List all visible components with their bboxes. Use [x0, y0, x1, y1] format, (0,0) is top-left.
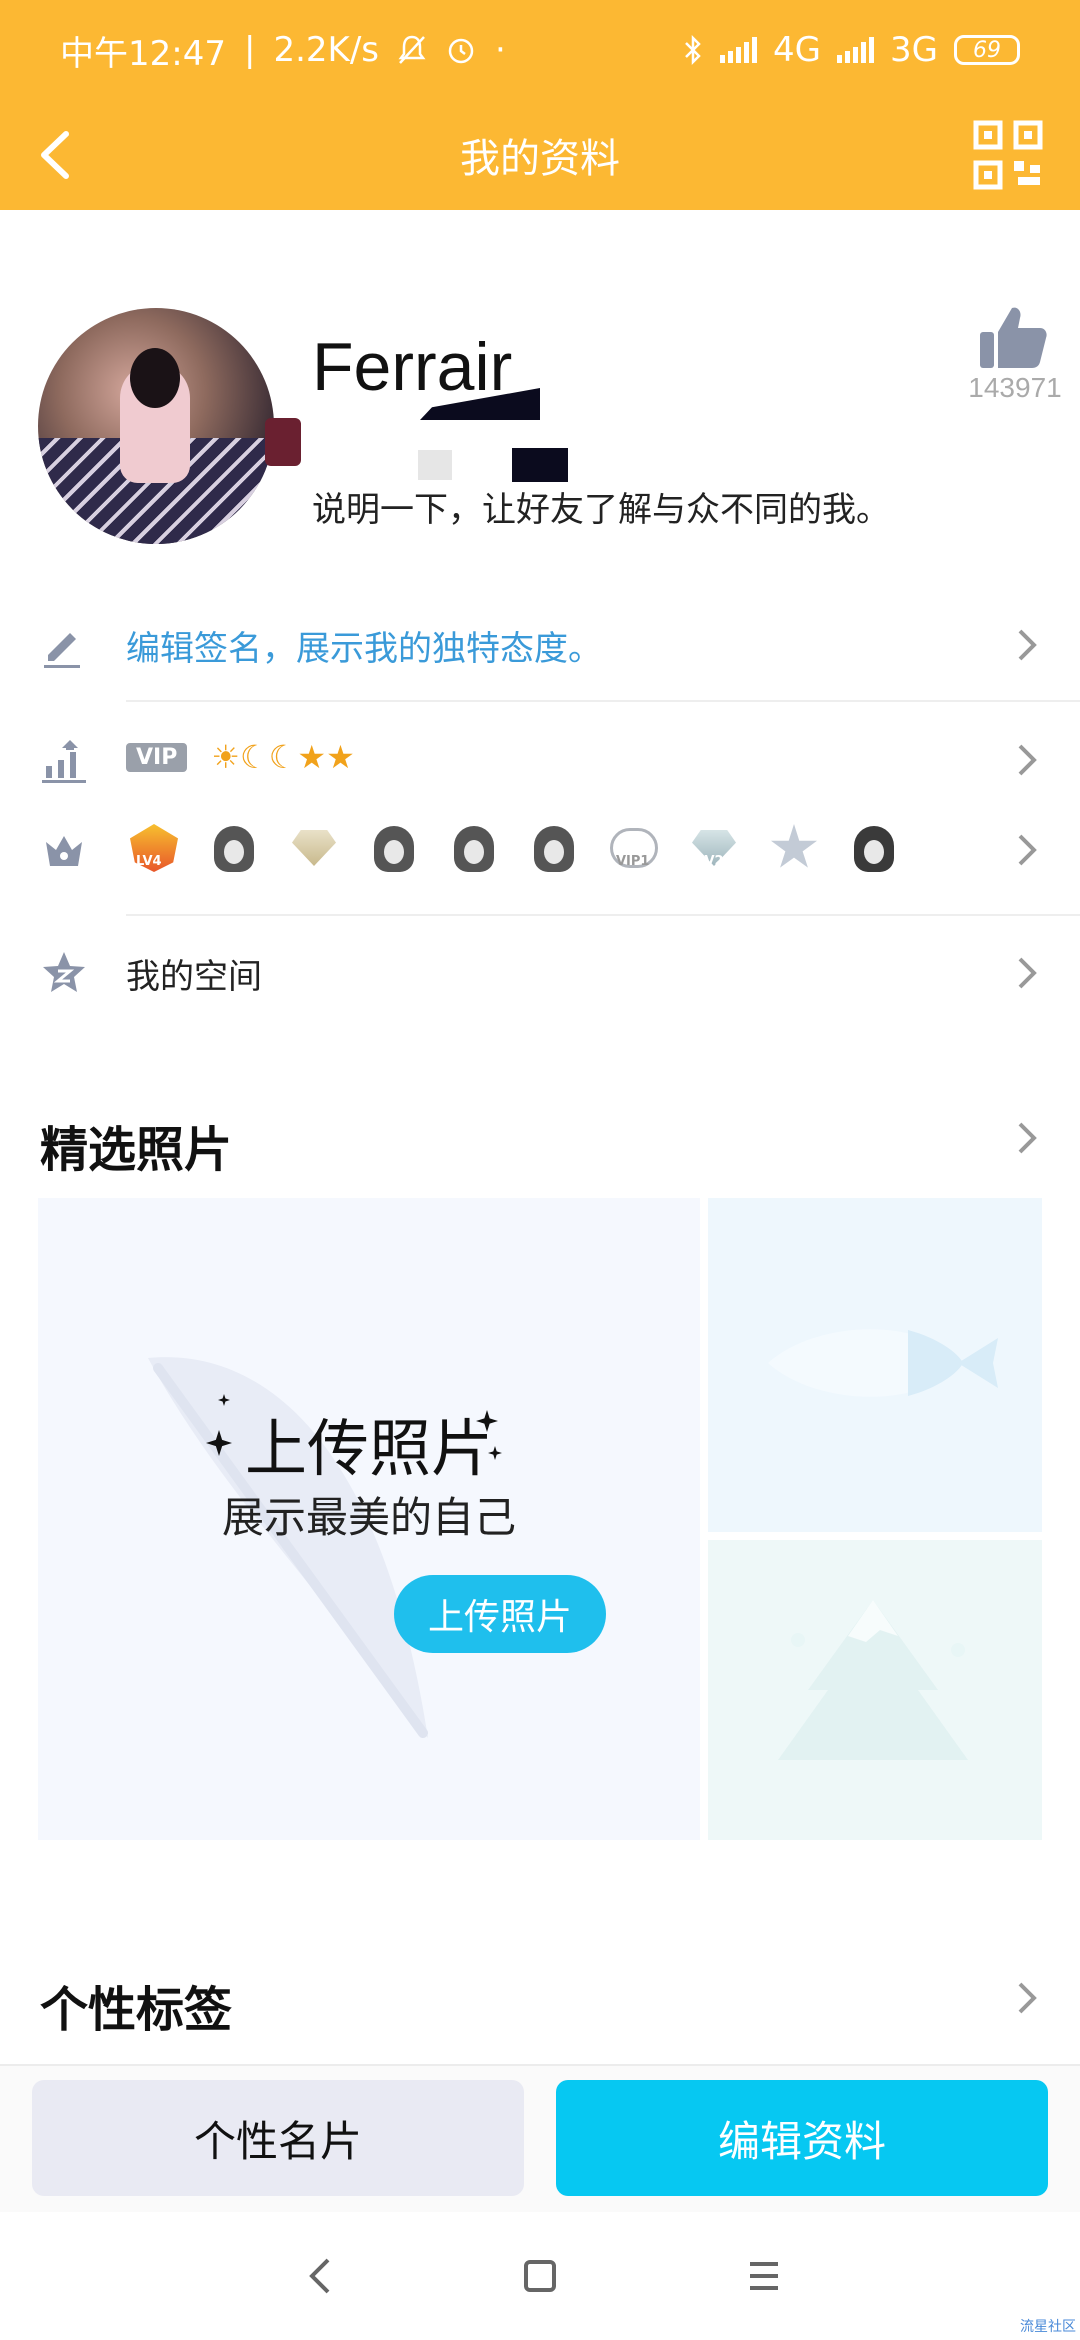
- level-icons: ☀☾☾★★: [211, 738, 355, 776]
- alarm-icon: [448, 38, 474, 64]
- nickname: Ferrair: [312, 329, 513, 405]
- medal-vip1-label: VIP1: [616, 854, 650, 869]
- profile-header: Ferrair 说明一下，让好友了解与众不同的我。 143971: [0, 210, 1080, 580]
- vip-tag: VIP: [126, 742, 188, 772]
- status-dot: ·: [495, 30, 506, 70]
- chevron-right-icon: [1018, 957, 1037, 989]
- personal-tags-title: 个性标签: [40, 1982, 233, 2038]
- chevron-right-icon: [1018, 834, 1037, 866]
- gem-medal-icon: LV2: [686, 820, 742, 876]
- system-nav-bar: 流星社区: [0, 2212, 1080, 2340]
- penguin-bird-medal-icon: [526, 820, 582, 876]
- level-up-icon: [42, 740, 86, 783]
- upload-photo-subtitle: 展示最美的自己: [221, 1493, 516, 1542]
- status-bar: 中午12:47 | 2.2K/s · 4G 3G 69: [0, 0, 1080, 100]
- battery-indicator: 69: [954, 35, 1020, 65]
- chevron-right-icon[interactable]: [1012, 1118, 1040, 1158]
- level-badges: VIP ☀☾☾★★: [126, 738, 355, 776]
- system-home-icon[interactable]: [520, 2254, 560, 2298]
- featured-photos-grid: 上传照片 展示最美的自己: [38, 1198, 1042, 1840]
- divider: [126, 700, 1080, 702]
- avatar-hair: [130, 348, 180, 408]
- medal-list: LV4 VIP1 LV2: [126, 820, 916, 876]
- network-type-1: 4G: [773, 30, 822, 70]
- network-type-2: 3G: [890, 30, 938, 70]
- edit-profile-button[interactable]: 编辑资料: [556, 2080, 1048, 2196]
- vip-cloud-medal-icon: VIP1: [606, 820, 662, 876]
- my-space-label: 我的空间: [126, 956, 262, 997]
- space-star-icon: [43, 952, 85, 992]
- system-menu-icon[interactable]: [744, 2254, 784, 2298]
- photo-placeholder-tree: [708, 1540, 1042, 1840]
- status-separator: |: [243, 30, 256, 70]
- avatar[interactable]: [38, 308, 274, 544]
- back-arrow-icon[interactable]: [22, 120, 92, 190]
- redaction-mark: [265, 418, 301, 466]
- level-row[interactable]: VIP ☀☾☾★★: [0, 730, 1080, 790]
- fish-icon: [768, 1329, 998, 1397]
- thumbs-up-icon[interactable]: [978, 304, 1048, 370]
- page-title: 我的资料: [460, 136, 620, 182]
- qr-code-icon[interactable]: [972, 119, 1044, 191]
- personal-card-button[interactable]: 个性名片: [32, 2080, 524, 2196]
- star-medal-icon: [766, 820, 822, 876]
- watermark: 流星社区: [1020, 2319, 1076, 2335]
- signal-strength-icon-2: [837, 37, 875, 63]
- medal-lv2-label: LV2: [698, 854, 724, 869]
- profile-intro: 说明一下，让好友了解与众不同的我。: [312, 490, 890, 530]
- like-count: 143971: [968, 372, 1062, 403]
- penguin-gem-medal-icon: [446, 820, 502, 876]
- nav-bar: 我的资料: [0, 100, 1080, 210]
- pencil-icon: [44, 633, 80, 668]
- chevron-right-icon: [1018, 629, 1037, 661]
- bluetooth-icon: [685, 34, 701, 66]
- medals-row[interactable]: LV4 VIP1 LV2: [0, 820, 1080, 880]
- network-speed: 2.2K/s: [273, 30, 379, 70]
- system-back-icon[interactable]: [300, 2254, 340, 2298]
- my-space-row[interactable]: 我的空间: [0, 943, 1080, 1003]
- signature-row[interactable]: 编辑签名，展示我的独特态度。: [0, 615, 1080, 675]
- medal-lv4-label: LV4: [136, 854, 162, 869]
- penguin-medal-icon: [206, 820, 262, 876]
- signal-strength-icon: [720, 37, 758, 63]
- diamond-medal-icon: [286, 820, 342, 876]
- status-time: 中午12:47: [60, 33, 226, 74]
- photo-upload-area[interactable]: 上传照片 展示最美的自己: [38, 1198, 700, 1840]
- divider: [126, 914, 1080, 916]
- chevron-right-icon[interactable]: [1012, 1978, 1040, 2018]
- photo-placeholder-fish: [708, 1198, 1042, 1532]
- upload-photo-button[interactable]: 上传照片: [394, 1575, 606, 1653]
- redaction-mark: [512, 448, 568, 482]
- bell-off-icon: [398, 35, 426, 64]
- redaction-mark: [418, 450, 452, 480]
- crown-penguin-medal-icon: [846, 820, 902, 876]
- lightning-medal-icon: LV4: [126, 820, 182, 876]
- featured-photos-title: 精选照片: [40, 1122, 233, 1178]
- tree-icon: [778, 1600, 968, 1760]
- crown-icon: [46, 836, 82, 866]
- bottom-action-bar: 个性名片 编辑资料: [0, 2064, 1080, 2212]
- chevron-right-icon: [1018, 744, 1037, 776]
- upload-photo-title: 上传照片: [244, 1412, 493, 1485]
- signature-hint: 编辑签名，展示我的独特态度。: [126, 628, 602, 669]
- penguin-fish-medal-icon: [366, 820, 422, 876]
